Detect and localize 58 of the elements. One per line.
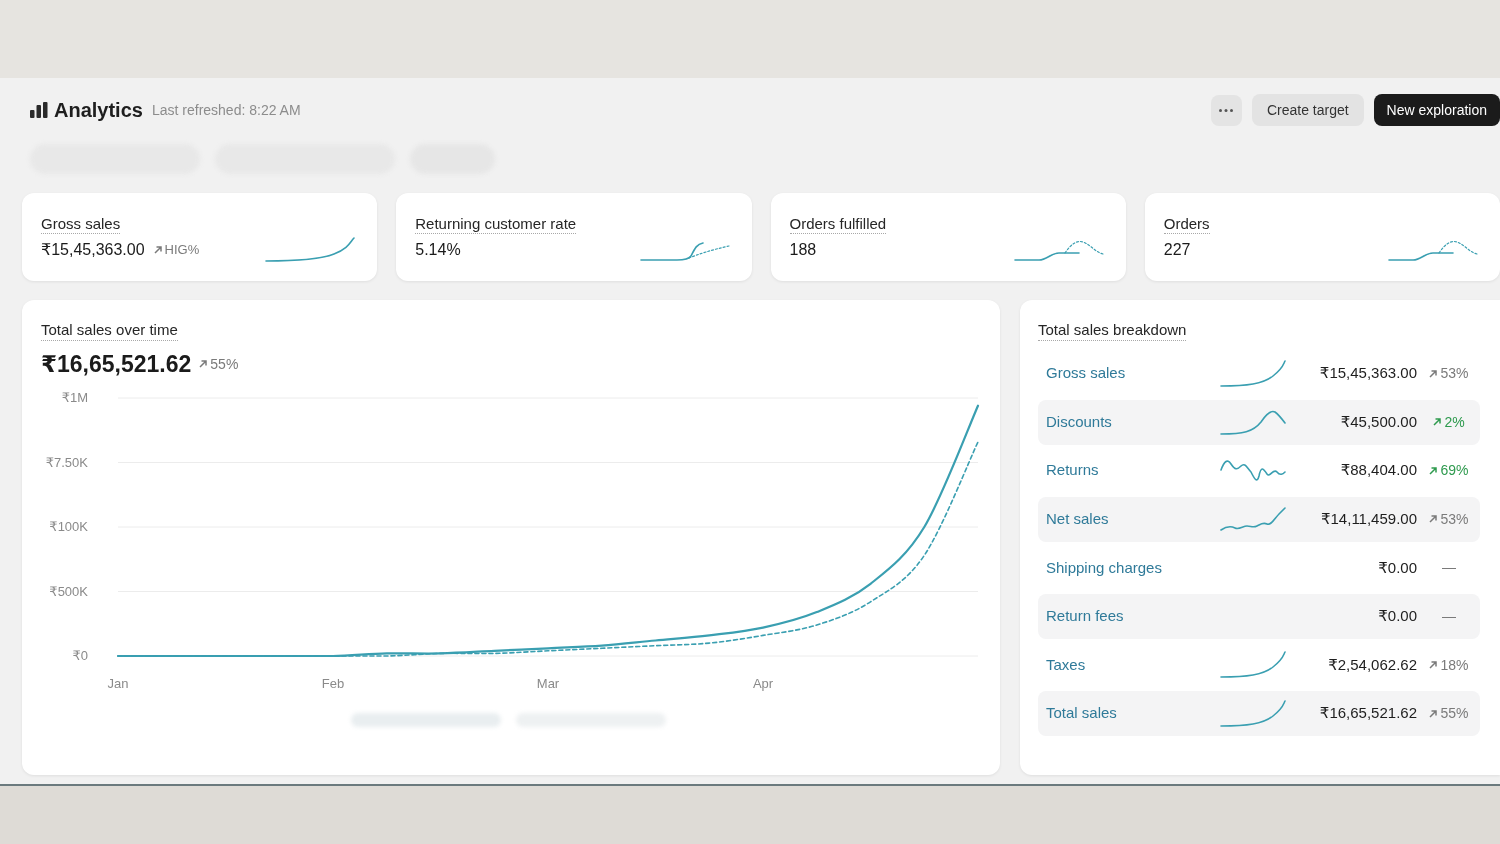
change-text: 2% (1444, 412, 1465, 432)
row-label: Shipping charges (1046, 557, 1163, 578)
axis-label: ₹0 (72, 648, 88, 663)
metric-label: Orders (1163, 214, 1210, 234)
change-text: — (1442, 606, 1456, 626)
metric-label: Gross sales (41, 214, 121, 234)
total-sales-value: ₹16,65,521.62 (41, 349, 192, 379)
axis-label: ₹1M (61, 390, 88, 405)
change-text: — (1442, 558, 1456, 578)
axis-label: Jan (107, 676, 129, 691)
card-title: Total sales breakdown (1038, 320, 1187, 341)
row-label: Gross sales (1046, 363, 1127, 384)
axis-label: Apr (752, 676, 774, 691)
axis-label: ₹500K (49, 583, 88, 599)
row-amount: ₹88,404.00 (1339, 460, 1417, 481)
last-refreshed-text: Last refreshed: 8:22 AM (151, 100, 301, 120)
more-button[interactable] (1210, 94, 1242, 126)
metric-label: Orders fulfilled (789, 214, 887, 234)
metric-label: Returning customer rate (415, 214, 577, 234)
arrow-up-right-icon (153, 246, 162, 254)
bar-chart-icon (30, 102, 48, 118)
change-text: 55% (1440, 704, 1469, 724)
row-amount: ₹0.00 (1377, 606, 1417, 627)
change-text: HIG% (164, 241, 200, 260)
sparkline (1219, 698, 1287, 729)
more-icon (1219, 108, 1234, 112)
change-text: 18% (1440, 655, 1469, 675)
sparkline (1219, 650, 1287, 681)
row-amount: ₹16,65,521.62 (1318, 703, 1417, 724)
sparkline (1219, 358, 1287, 389)
metric-value: 5.14% (415, 240, 461, 260)
row-label: Discounts (1046, 411, 1113, 432)
change-text: 55% (210, 354, 239, 374)
row-label: Return fees (1046, 606, 1125, 627)
row-label: Returns (1046, 460, 1100, 481)
axis-label: ₹7.50K (45, 454, 88, 470)
change-text: 53% (1440, 509, 1469, 529)
row-amount: ₹0.00 (1377, 557, 1417, 578)
metric-value: ₹15,45,363.00 (41, 240, 145, 260)
metric-value: 188 (789, 240, 817, 260)
page-title: Analytics (54, 98, 143, 123)
row-amount: ₹2,54,062.62 (1327, 654, 1417, 675)
row-label: Taxes (1046, 654, 1087, 675)
change-text: 53% (1440, 364, 1469, 383)
axis-label: ₹100K (49, 519, 88, 534)
arrow-up-right-icon (199, 360, 208, 368)
new-exploration-button[interactable]: New exploration (1373, 94, 1500, 126)
row-amount: ₹14,11,459.00 (1320, 509, 1417, 530)
row-amount: ₹45,500.00 (1339, 411, 1417, 432)
axis-label: Mar (536, 676, 560, 691)
card-title: Total sales over time (41, 320, 178, 341)
create-target-button[interactable]: Create target (1251, 94, 1364, 126)
axis-label: Feb (321, 676, 345, 691)
row-label: Net sales (1046, 509, 1110, 530)
row-amount: ₹15,45,363.00 (1318, 363, 1417, 384)
metric-value: 227 (1163, 240, 1191, 260)
row-label: Total sales (1046, 703, 1118, 724)
change-text: 69% (1440, 461, 1469, 481)
